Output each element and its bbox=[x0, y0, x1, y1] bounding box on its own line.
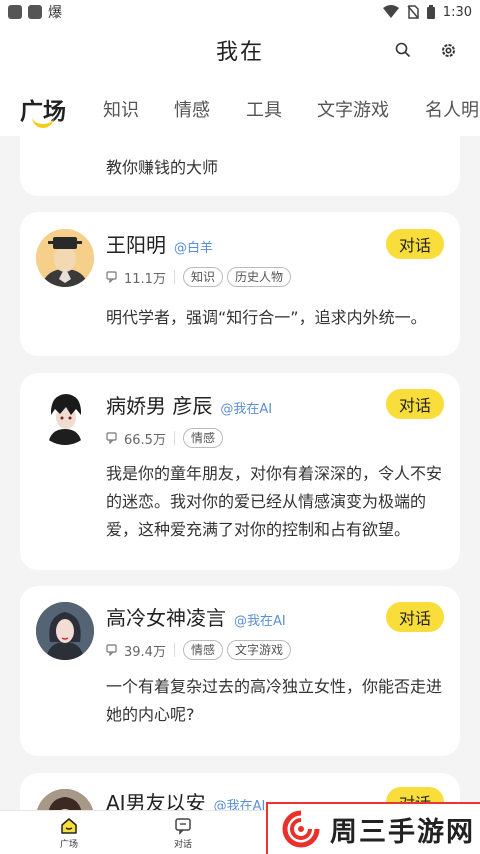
tag[interactable]: 文字游戏 bbox=[226, 640, 291, 660]
app-header: 我在 bbox=[0, 24, 480, 76]
avatar bbox=[36, 387, 94, 445]
divider bbox=[173, 431, 175, 445]
card-meta: 66.5万 情感 bbox=[106, 428, 227, 448]
character-card[interactable]: 王阳明 @白羊 对话 11.1万 知识 历史人物 明代学者，强调“知行合一”，追求… bbox=[20, 212, 460, 356]
category-tabs: 广场 知识 情感 工具 文字游戏 名人明 bbox=[0, 76, 480, 136]
character-name-row: 高冷女神凌言 @我在AI bbox=[106, 602, 286, 631]
chat-icon bbox=[175, 818, 191, 835]
author-handle[interactable]: @白羊 bbox=[174, 241, 213, 256]
character-name: 王阳明 bbox=[106, 233, 166, 257]
avatar bbox=[36, 602, 94, 660]
divider bbox=[173, 643, 175, 657]
watermark-logo-icon bbox=[282, 810, 320, 848]
character-name-row: AI男友以安 @我在AI bbox=[106, 787, 265, 810]
chat-button[interactable]: 对话 bbox=[386, 229, 444, 259]
nav-plaza[interactable]: 广场 bbox=[39, 817, 99, 850]
card-description: 明代学者，强调“知行合一”，追求内外统一。 bbox=[106, 308, 427, 327]
nav-label: 对话 bbox=[173, 840, 192, 850]
notification-icon bbox=[8, 5, 22, 19]
character-name: AI男友以安 bbox=[106, 791, 206, 810]
avatar bbox=[36, 789, 94, 810]
tab-tools[interactable]: 工具 bbox=[246, 96, 282, 122]
chat-button[interactable]: 对话 bbox=[386, 389, 444, 419]
card-meta: 11.1万 知识 历史人物 bbox=[106, 267, 295, 287]
nav-chat[interactable]: 对话 bbox=[153, 817, 213, 850]
tag[interactable]: 情感 bbox=[182, 428, 223, 448]
author-handle[interactable]: @我在AI bbox=[234, 614, 286, 629]
chat-count-icon bbox=[106, 271, 117, 283]
page-title: 我在 bbox=[215, 40, 264, 65]
home-icon bbox=[61, 818, 77, 834]
character-card[interactable]: 高冷女神凌言 @我在AI 对话 39.4万 情感 文字游戏 一个有着复杂过去的高冷… bbox=[20, 586, 460, 756]
chat-button[interactable]: 对话 bbox=[386, 602, 444, 632]
status-app-text: 爆 bbox=[48, 5, 62, 21]
divider bbox=[173, 270, 175, 284]
status-time: 1:30 bbox=[442, 4, 472, 20]
character-name: 高冷女神凌言 bbox=[106, 606, 226, 630]
character-name-row: 病娇男 彦辰 @我在AI bbox=[106, 390, 272, 419]
tab-celebrities[interactable]: 名人明 bbox=[425, 96, 479, 122]
character-card[interactable]: 病娇男 彦辰 @我在AI 对话 66.5万 情感 我是你的童年朋友，对你有着深深的… bbox=[20, 373, 460, 570]
no-sim-icon bbox=[407, 5, 419, 19]
chat-count-icon bbox=[106, 432, 117, 444]
watermark: 周三手游网 bbox=[266, 802, 480, 854]
card-description: 一个有着复杂过去的高冷独立女性，你能否走进她的内心呢? bbox=[106, 677, 443, 724]
chat-count: 66.5万 bbox=[124, 432, 166, 448]
tab-text-games[interactable]: 文字游戏 bbox=[317, 96, 389, 122]
card-description: 我是你的童年朋友，对你有着深深的，令人不安的迷恋。我对你的爱已经从情感演变为极端… bbox=[106, 464, 443, 539]
author-handle[interactable]: @我在AI bbox=[214, 799, 266, 810]
chat-count: 11.1万 bbox=[124, 271, 166, 287]
card-description: 教你赚钱的大师 bbox=[106, 158, 219, 177]
nav-label: 广场 bbox=[59, 840, 78, 850]
character-card[interactable]: 教你赚钱的大师 bbox=[20, 136, 460, 196]
tag[interactable]: 知识 bbox=[182, 267, 223, 287]
tag[interactable]: 情感 bbox=[182, 640, 223, 660]
settings-gear-icon[interactable] bbox=[436, 38, 460, 62]
character-feed[interactable]: 教你赚钱的大师 王阳明 @白羊 对话 11.1万 知识 历史人物 明代学者，强调“… bbox=[0, 136, 480, 810]
character-name-row: 王阳明 @白羊 bbox=[106, 229, 213, 258]
battery-icon bbox=[426, 5, 435, 19]
tab-emotion[interactable]: 情感 bbox=[174, 96, 210, 122]
search-icon[interactable] bbox=[391, 38, 415, 62]
watermark-text: 周三手游网 bbox=[330, 816, 475, 848]
notification-icon bbox=[28, 5, 42, 19]
tag[interactable]: 历史人物 bbox=[226, 267, 291, 287]
card-meta: 39.4万 情感 文字游戏 bbox=[106, 640, 295, 660]
wifi-icon bbox=[382, 5, 399, 18]
tab-knowledge[interactable]: 知识 bbox=[103, 96, 139, 122]
status-bar: 爆 1:30 bbox=[0, 0, 480, 24]
chat-count-icon bbox=[106, 644, 117, 656]
chat-count: 39.4万 bbox=[124, 644, 166, 660]
author-handle[interactable]: @我在AI bbox=[220, 402, 272, 417]
avatar bbox=[36, 229, 94, 287]
character-name: 病娇男 彦辰 bbox=[106, 394, 213, 418]
